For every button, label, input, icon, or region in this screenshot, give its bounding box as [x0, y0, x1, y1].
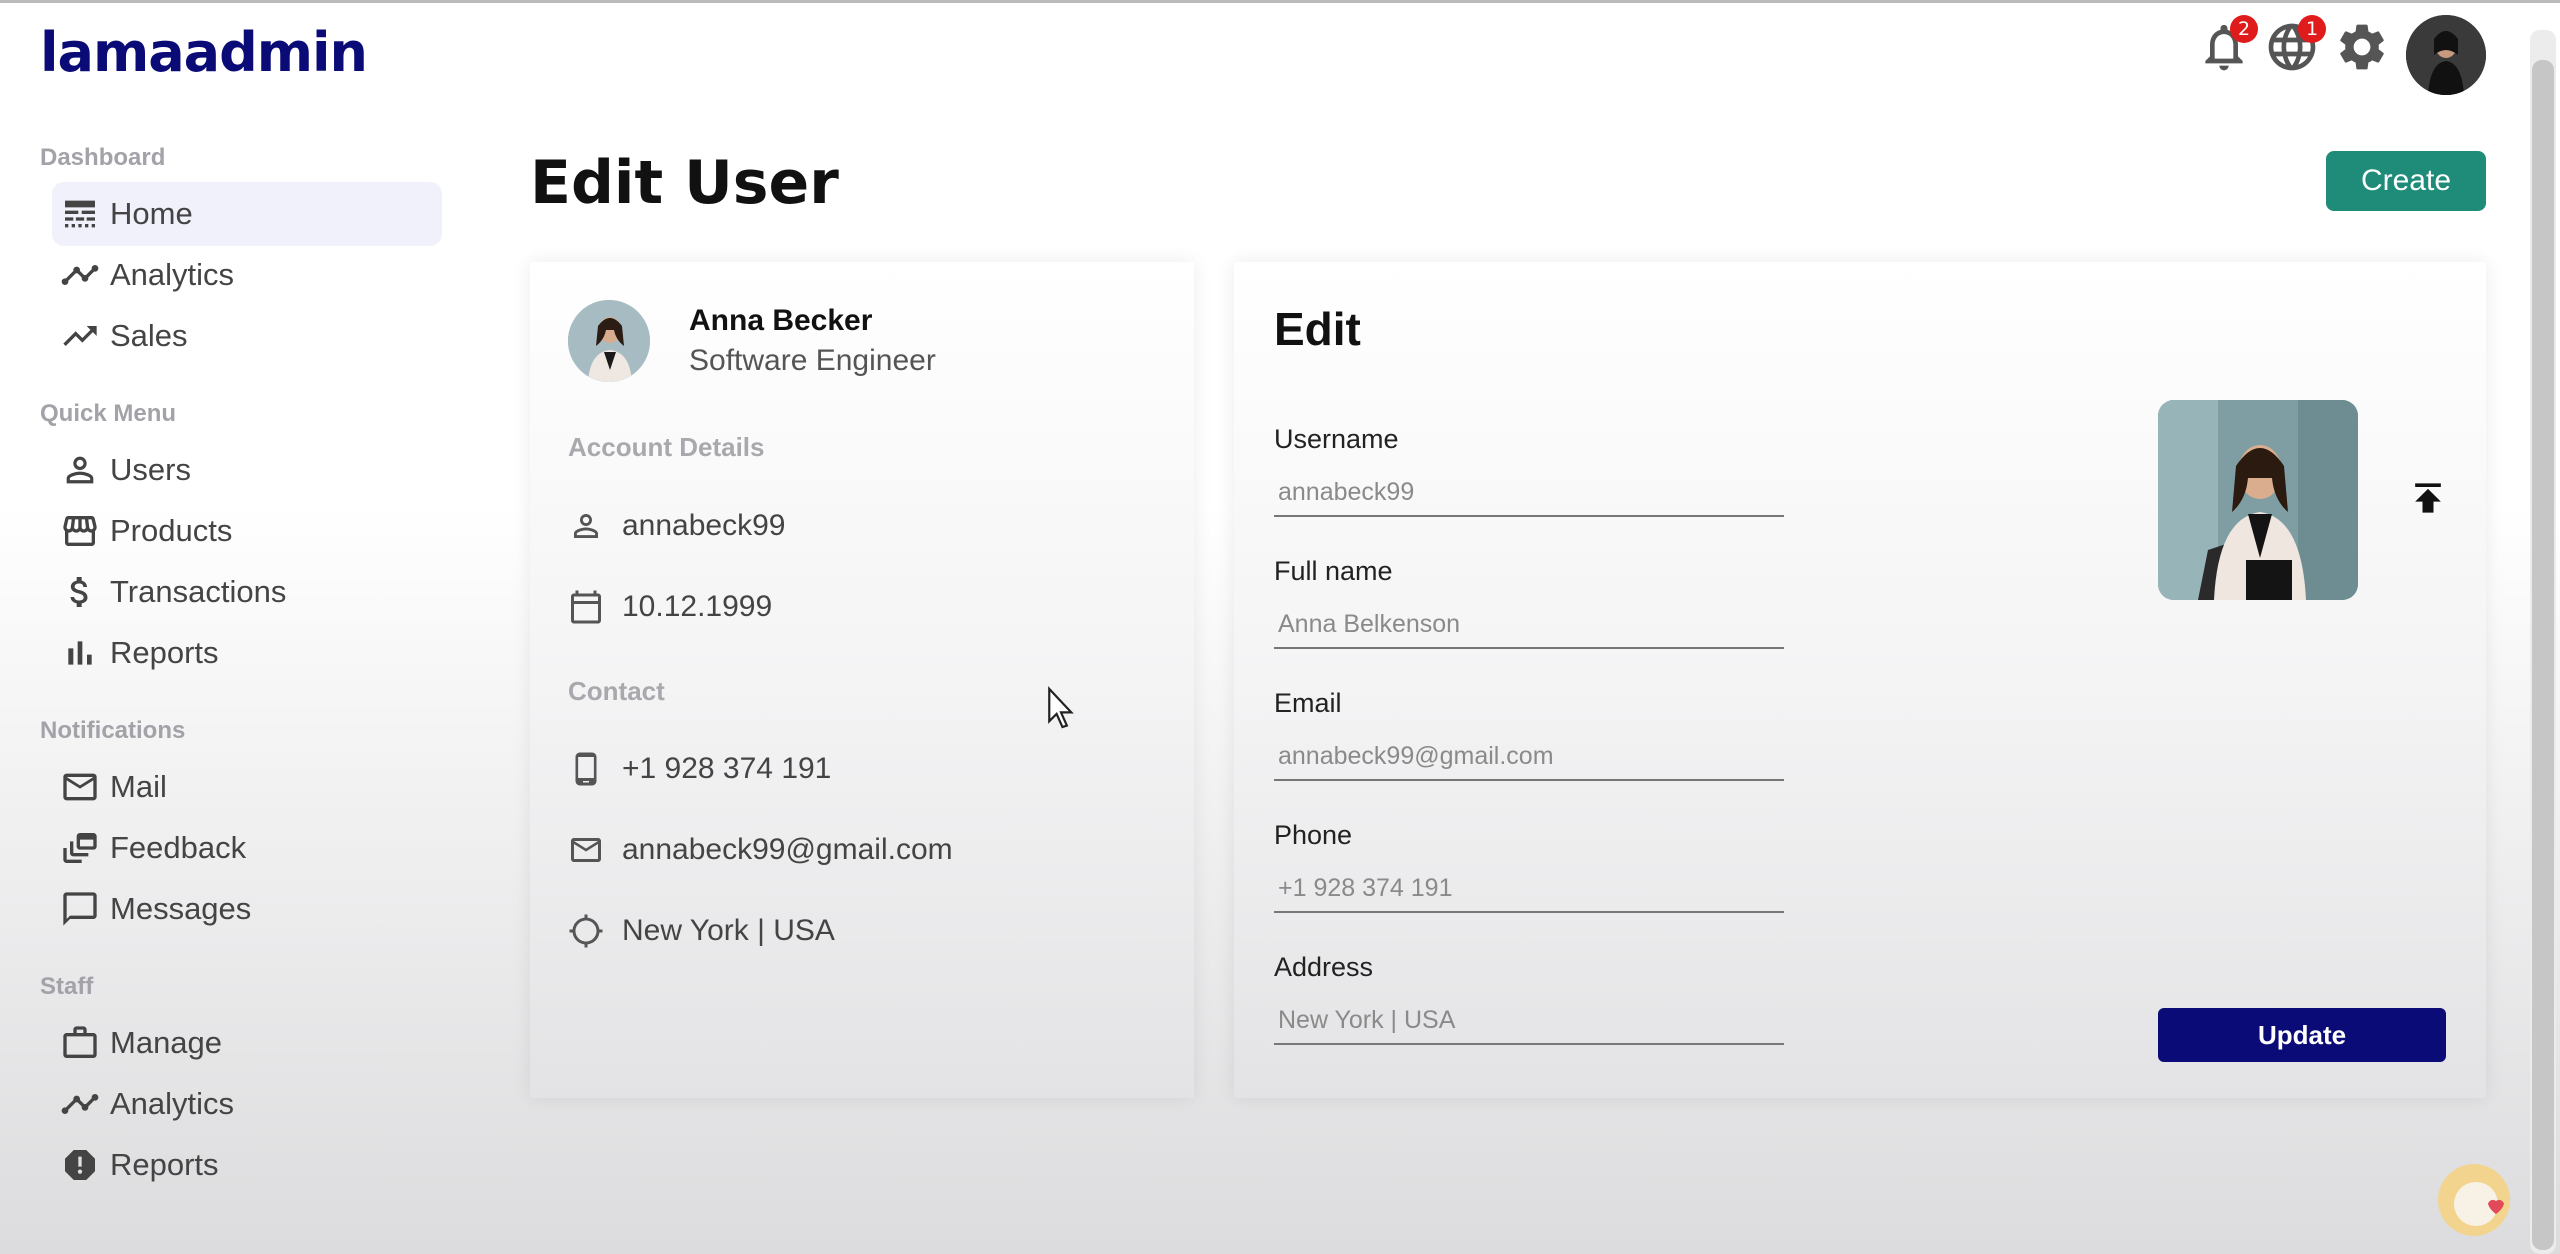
fullname-field: Full name: [1274, 556, 1784, 649]
topbar: lamaadmin 2 1: [0, 0, 2560, 100]
email-label: Email: [1274, 688, 1342, 718]
update-button[interactable]: Update: [2158, 1008, 2446, 1062]
sidebar-item-label: Feedback: [110, 830, 247, 865]
timeline-icon: [60, 1084, 100, 1124]
mail-outline-icon: [60, 767, 100, 807]
profile-avatar[interactable]: [2406, 15, 2486, 95]
logo[interactable]: lamaadmin: [40, 21, 368, 84]
update-title: Edit: [1274, 303, 1361, 355]
bar-chart-icon: [60, 633, 100, 673]
fullname-input[interactable]: [1274, 601, 1784, 649]
publish-icon[interactable]: [2406, 476, 2450, 520]
username-input[interactable]: [1274, 469, 1784, 517]
sidebar-item-staff-reports[interactable]: Reports: [52, 1133, 442, 1197]
contact-title: Contact: [568, 676, 665, 706]
person-outline-icon: [568, 508, 604, 544]
username-label: Username: [1274, 424, 1399, 454]
chat-bubble-outline-icon: [60, 889, 100, 929]
sidebar-title-notifications: Notifications: [40, 717, 186, 744]
dollar-icon: [60, 572, 100, 612]
mail-outline-icon: [568, 832, 604, 868]
sidebar-item-feedback[interactable]: Feedback: [52, 816, 442, 880]
phone-row: +1 928 374 191: [568, 751, 831, 787]
email-row: annabeck99@gmail.com: [568, 832, 953, 868]
calendar-icon: [568, 589, 604, 625]
phone-input[interactable]: [1274, 865, 1784, 913]
birthday-value: 10.12.1999: [622, 590, 773, 623]
sidebar-item-label: Manage: [110, 1025, 223, 1060]
user-update-card: Edit Username Full name Email Phone Addr…: [1234, 262, 2486, 1098]
email-field: Email: [1274, 688, 1784, 781]
address-input[interactable]: [1274, 997, 1784, 1045]
mouse-cursor-icon: [1046, 686, 1076, 730]
language-badge: 1: [2298, 15, 2326, 43]
phone-value: +1 928 374 191: [622, 752, 832, 785]
notifications-icon[interactable]: 2: [2196, 15, 2258, 75]
sidebar-item-label: Home: [110, 196, 193, 231]
sidebar-item-label: Analytics: [110, 1086, 235, 1121]
user-job-title: Software Engineer: [689, 344, 936, 377]
sidebar-item-products[interactable]: Products: [52, 499, 442, 563]
username-row: annabeck99: [568, 508, 785, 544]
sidebar-item-transactions[interactable]: Transactions: [52, 560, 442, 624]
create-button[interactable]: Create: [2326, 151, 2486, 211]
sidebar-item-label: Mail: [110, 769, 167, 804]
mascot-icon[interactable]: [2436, 1162, 2512, 1238]
sidebar-item-users[interactable]: Users: [52, 438, 442, 502]
sidebar-item-manage[interactable]: Manage: [52, 1011, 442, 1075]
phone-field: Phone: [1274, 820, 1784, 913]
email-input[interactable]: [1274, 733, 1784, 781]
settings-icon[interactable]: [2334, 19, 2390, 75]
page-scrollbar[interactable]: [2530, 30, 2556, 1254]
sidebar-item-reports[interactable]: Reports: [52, 621, 442, 685]
account-details-title: Account Details: [568, 432, 765, 462]
address-field: Address: [1274, 952, 1784, 1045]
phone-label: Phone: [1274, 820, 1353, 850]
sidebar-item-label: Analytics: [110, 257, 235, 292]
page-title: Edit User: [530, 148, 839, 218]
scrollbar-thumb[interactable]: [2532, 60, 2554, 1250]
timeline-icon: [60, 255, 100, 295]
report-icon: [60, 1145, 100, 1185]
sidebar-item-analytics[interactable]: Analytics: [52, 243, 442, 307]
sidebar-item-mail[interactable]: Mail: [52, 755, 442, 819]
user-avatar: [568, 300, 650, 382]
sidebar-item-label: Reports: [110, 635, 219, 670]
sidebar-title-quick-menu: Quick Menu: [40, 400, 177, 427]
address-value: New York | USA: [622, 914, 835, 947]
address-label: Address: [1274, 952, 1374, 982]
trending-up-icon: [60, 316, 100, 356]
user-name: Anna Becker: [689, 304, 873, 337]
username-value: annabeck99: [622, 509, 786, 542]
work-outline-icon: [60, 1023, 100, 1063]
sidebar-item-label: Transactions: [110, 574, 287, 609]
sidebar-title-dashboard: Dashboard: [40, 144, 166, 171]
notifications-badge: 2: [2230, 15, 2258, 43]
sidebar-item-staff-analytics[interactable]: Analytics: [52, 1072, 442, 1136]
birthday-row: 10.12.1999: [568, 589, 772, 625]
sidebar-item-label: Sales: [110, 318, 188, 353]
sidebar-item-messages[interactable]: Messages: [52, 877, 442, 941]
dynamic-feed-icon: [60, 828, 100, 868]
user-upload-image: [2158, 400, 2358, 600]
sidebar: Dashboard Home Analytics Sales Quick Men…: [0, 100, 490, 1254]
sidebar-item-label: Users: [110, 452, 191, 487]
sidebar-item-sales[interactable]: Sales: [52, 304, 442, 368]
person-outline-icon: [60, 450, 100, 490]
user-show-card: Anna Becker Software Engineer Account De…: [530, 262, 1194, 1098]
sidebar-item-label: Reports: [110, 1147, 219, 1182]
sidebar-item-home[interactable]: Home: [52, 182, 442, 246]
sidebar-title-staff: Staff: [40, 973, 94, 1000]
line-style-icon: [60, 194, 100, 234]
sidebar-item-label: Messages: [110, 891, 252, 926]
username-field: Username: [1274, 424, 1784, 517]
location-searching-icon: [568, 913, 604, 949]
storefront-icon: [60, 511, 100, 551]
phone-android-icon: [568, 751, 604, 787]
fullname-label: Full name: [1274, 556, 1393, 586]
email-value: annabeck99@gmail.com: [622, 833, 953, 866]
language-icon[interactable]: 1: [2264, 15, 2326, 75]
sidebar-item-label: Products: [110, 513, 233, 548]
address-row: New York | USA: [568, 913, 835, 949]
